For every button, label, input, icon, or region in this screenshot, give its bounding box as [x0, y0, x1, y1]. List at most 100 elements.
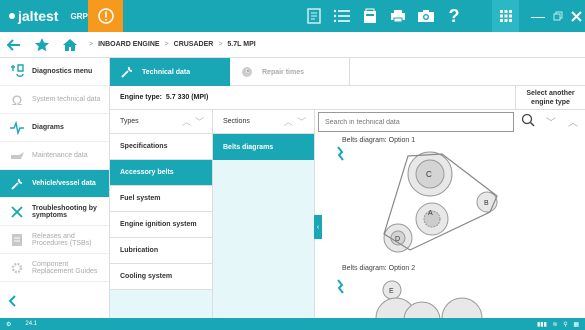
pulley-a: A [415, 202, 449, 236]
sidebar-item-label: Releases and Procedures (TSBs) [32, 232, 92, 247]
favorites-button[interactable] [28, 32, 56, 58]
apps-grid-button[interactable] [492, 0, 519, 32]
wrench-icon [121, 66, 133, 78]
list-button[interactable] [328, 0, 356, 32]
calendar-icon[interactable]: ▦ [573, 322, 579, 328]
belts-diagram-option-1[interactable]: C A D B E [322, 134, 585, 318]
calculator-button[interactable] [356, 0, 384, 32]
sections-list: Belts diagrams [213, 134, 314, 318]
list-item[interactable]: Lubrication [110, 238, 212, 264]
logo-text: jaltest [18, 8, 59, 24]
tab-repair-times[interactable]: Repair times [230, 58, 350, 86]
sidebar-item-label: Maintenance data [32, 152, 88, 159]
breadcrumb-item[interactable]: INBOARD ENGINE [98, 41, 159, 48]
chevron-down-icon[interactable]: ﹀ [195, 115, 204, 128]
engine-type-value: 5.7 330 (MPI) [165, 94, 209, 101]
types-column: Types ︿ ﹀ Specifications Accessory belts… [110, 110, 213, 318]
pulley-label-a: A [428, 210, 433, 217]
pulley-c: C [407, 151, 453, 197]
status-bar: ⚙ 24.1 ▮▮▮ ≋ ⚲ ▦ [0, 318, 585, 330]
close-button[interactable] [565, 0, 585, 32]
zoom-indicator-icon [337, 279, 344, 294]
sidebar-item-component-replacement[interactable]: Component Replacement Guides [0, 254, 109, 282]
sections-scroll-arrows: ︿ ﹀ [284, 115, 306, 128]
grid-icon [499, 10, 512, 22]
tools-icon [8, 203, 26, 221]
navigation-bar: > INBOARD ENGINE > CRUSADER > 5.7L MPI [0, 32, 585, 58]
sidebar-item-releases-tsbs[interactable]: Releases and Procedures (TSBs) [0, 226, 109, 254]
list-item[interactable]: Accessory belts [110, 160, 212, 186]
document-button[interactable] [300, 0, 328, 32]
list-item[interactable]: Cooling system [110, 264, 212, 290]
arrow-left-icon [7, 38, 20, 51]
sections-header: Sections ︿ ﹀ [213, 110, 314, 134]
select-engine-label: Select another engine type [526, 89, 575, 106]
sections-header-label: Sections [223, 118, 250, 125]
minimize-button[interactable]: — [527, 0, 549, 32]
gear-icon [8, 259, 26, 277]
diagram-viewer: Belts diagram: Option 1 C A D B E Belts … [322, 134, 585, 318]
chevron-down-icon[interactable]: ﹀ [297, 115, 306, 128]
sidebar-item-diagnostics-menu[interactable]: Diagnostics menu [0, 58, 109, 86]
chevron-up-icon[interactable]: ︿ [182, 115, 191, 128]
settings-icon[interactable]: ⚙ [6, 321, 11, 328]
chevron-up-icon[interactable]: ︿ [568, 114, 578, 129]
search-input[interactable] [318, 112, 514, 132]
star-icon [34, 37, 50, 51]
collapse-panel-button[interactable]: ‹ [314, 215, 322, 239]
types-header: Types ︿ ﹀ [110, 110, 212, 134]
pulley-label-c: C [426, 170, 432, 179]
toolbar: ? [300, 0, 468, 32]
select-engine-button[interactable]: Select another engine type [515, 85, 585, 110]
belts-diagram-option-2: E [337, 279, 483, 318]
app-window: jaltest GRP ? — > INBOARD ENGINE > CRUSA… [0, 0, 585, 330]
list-icon [333, 9, 350, 23]
sidebar-item-label: Vehicle/vessel data [32, 180, 96, 187]
sidebar-item-vehicle-vessel-data[interactable]: Vehicle/vessel data [0, 170, 109, 198]
list-item[interactable]: Engine ignition system [110, 212, 212, 238]
list-item[interactable]: Belts diagrams [213, 134, 314, 160]
tab-label: Technical data [142, 68, 191, 76]
types-header-label: Types [120, 118, 139, 125]
breadcrumb-separator: > [164, 41, 169, 48]
sidebar: Diagnostics menu Ω System technical data… [0, 58, 110, 318]
print-button[interactable] [384, 0, 412, 32]
sidebar-item-label: System technical data [32, 96, 101, 103]
back-button[interactable] [0, 32, 28, 58]
tab-bar: Technical data Repair times [110, 58, 585, 86]
app-logo: jaltest [0, 0, 58, 32]
minimize-icon: — [531, 8, 545, 24]
breadcrumb-item[interactable]: 5.7L MPI [227, 41, 255, 48]
list-item[interactable]: Specifications [110, 134, 212, 160]
chevron-down-icon[interactable]: ﹀ [546, 114, 556, 129]
sidebar-item-label: Diagrams [32, 124, 64, 131]
search-icon[interactable] [521, 113, 535, 127]
breadcrumb-item[interactable]: CRUSADER [174, 41, 214, 48]
help-icon: ? [448, 5, 460, 26]
types-list: Specifications Accessory belts Fuel syst… [110, 134, 212, 318]
home-button[interactable] [56, 32, 84, 58]
close-icon [570, 10, 582, 22]
diagram-title: Belts diagram: Option 2 [342, 265, 416, 272]
diagnostics-icon [8, 63, 26, 81]
list-item[interactable]: Fuel system [110, 186, 212, 212]
engine-type: Engine type: 5.7 330 (MPI) [110, 94, 515, 101]
sidebar-item-label: Component Replacement Guides [32, 260, 98, 275]
restore-icon [553, 11, 563, 21]
sections-column: Sections ︿ ﹀ Belts diagrams [213, 110, 315, 318]
system-tray: ▮▮▮ ≋ ⚲ ▦ [537, 321, 579, 328]
wifi-icon: ≋ [552, 321, 558, 328]
sidebar-item-system-technical-data[interactable]: Ω System technical data [0, 86, 109, 114]
breadcrumb-separator: > [89, 41, 94, 48]
warning-icon [97, 8, 114, 24]
tab-technical-data[interactable]: Technical data [110, 58, 230, 86]
collapse-sidebar-icon[interactable] [6, 294, 20, 308]
camera-button[interactable] [412, 0, 440, 32]
search-icon[interactable]: ⚲ [563, 322, 567, 328]
help-button[interactable]: ? [440, 0, 468, 32]
warning-button[interactable] [88, 0, 123, 32]
sidebar-item-diagrams[interactable]: Diagrams [0, 114, 109, 142]
sidebar-item-troubleshooting[interactable]: Troubleshooting by symptoms [0, 198, 109, 226]
chevron-up-icon[interactable]: ︿ [284, 115, 293, 128]
sidebar-item-maintenance-data[interactable]: Maintenance data [0, 142, 109, 170]
